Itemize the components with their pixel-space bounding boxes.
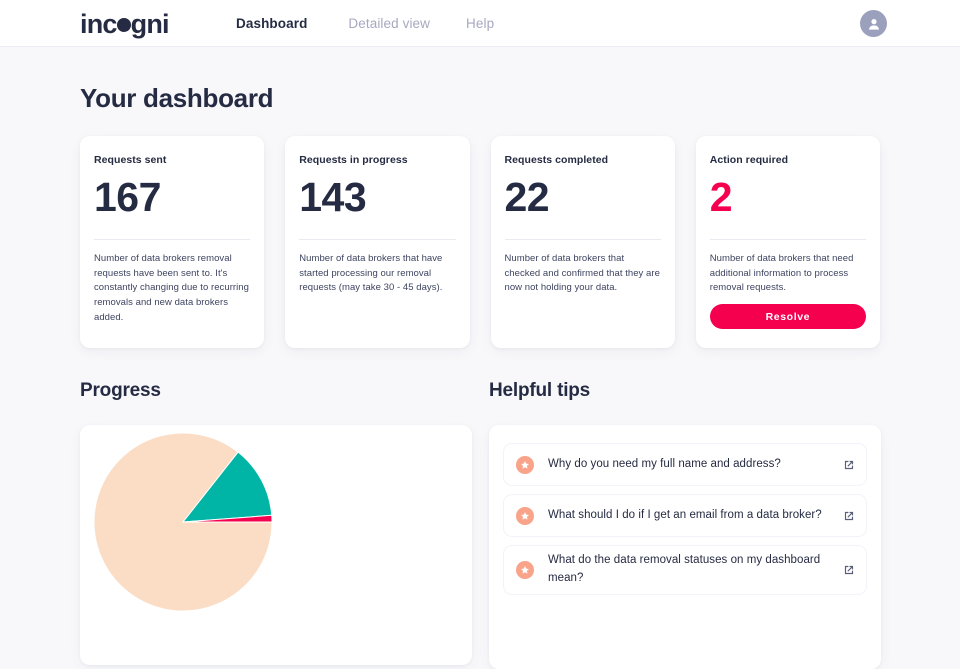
resolve-button[interactable]: Resolve <box>709 304 866 329</box>
logo-dot-icon <box>116 18 131 32</box>
stat-card-label: Requests in progress <box>299 154 408 166</box>
star-icon <box>516 506 534 525</box>
nav-links: Dashboard Detailed view Help <box>236 0 494 47</box>
external-link-icon[interactable] <box>842 509 856 523</box>
tip-text: What should I do if I get an email from … <box>548 508 822 521</box>
divider <box>709 239 866 240</box>
stat-card-requests-in-progress: Requests in progress 143 Number of data … <box>285 136 470 348</box>
progress-section-title: Progress <box>80 380 161 401</box>
stat-card-value: 143 <box>299 174 367 220</box>
stat-card-description: Number of data brokers removal requests … <box>94 253 249 323</box>
tips-section-title: Helpful tips <box>489 380 591 401</box>
stat-card-value: 2 <box>709 174 733 220</box>
stat-card-description: Number of data brokers that have started… <box>299 253 443 294</box>
top-navigation-bar: inc gni Dashboard Detailed view Help <box>0 0 960 47</box>
star-icon <box>516 560 534 579</box>
logo-text-before: inc <box>80 9 117 39</box>
stat-card-description: Number of data brokers that checked and … <box>504 253 660 294</box>
nav-item-dashboard[interactable]: Dashboard <box>236 16 307 31</box>
nav-item-help[interactable]: Help <box>466 16 494 31</box>
tip-text: What do the data removal statuses on my … <box>548 554 821 584</box>
stat-card-description: Number of data brokers that need additio… <box>709 253 854 294</box>
external-link-icon[interactable] <box>842 458 856 472</box>
progress-pie-chart <box>93 432 273 612</box>
stat-card-label: Requests completed <box>504 154 609 166</box>
user-avatar-icon[interactable] <box>860 10 887 37</box>
page-title: Your dashboard <box>80 83 274 113</box>
stat-card-label: Requests sent <box>94 154 167 166</box>
tip-item[interactable]: What do the data removal statuses on my … <box>503 545 867 595</box>
star-icon <box>516 455 534 474</box>
stat-card-value: 22 <box>504 174 550 220</box>
helpful-tips-card: Why do you need my full name and address… <box>489 425 881 669</box>
stat-card-row: Requests sent 167 Number of data brokers… <box>80 136 880 348</box>
stat-card-requests-completed: Requests completed 22 Number of data bro… <box>490 136 675 348</box>
progress-card <box>80 425 472 665</box>
stat-card-value: 167 <box>94 174 161 220</box>
tip-item[interactable]: What should I do if I get an email from … <box>503 494 867 537</box>
stat-card-action-required: Action required 2 Number of data brokers… <box>695 136 880 348</box>
tip-item[interactable]: Why do you need my full name and address… <box>503 443 867 486</box>
stat-card-label: Action required <box>709 154 789 166</box>
external-link-icon[interactable] <box>842 563 856 577</box>
stat-card-requests-sent: Requests sent 167 Number of data brokers… <box>80 136 265 348</box>
divider <box>299 239 456 240</box>
tip-text: Why do you need my full name and address… <box>548 457 781 470</box>
divider <box>504 239 661 240</box>
divider <box>94 239 251 240</box>
logo-text-after: gni <box>130 9 170 39</box>
incogni-logo[interactable]: inc gni <box>80 9 170 39</box>
nav-item-detailed-view[interactable]: Detailed view <box>348 16 430 31</box>
